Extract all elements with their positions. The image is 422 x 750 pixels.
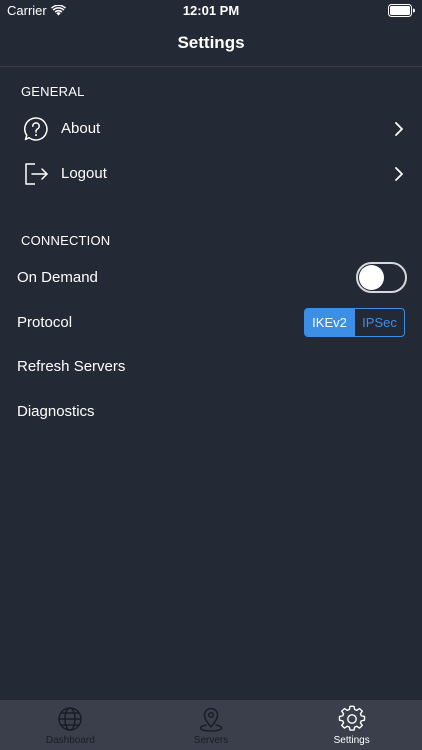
on-demand-toggle[interactable] xyxy=(356,262,407,293)
globe-icon xyxy=(58,707,83,731)
tab-dashboard[interactable]: Dashboard xyxy=(0,700,141,750)
diagnostics-label: Diagnostics xyxy=(17,403,95,420)
status-bar: Carrier 12:01 PM xyxy=(0,0,422,22)
settings-row-protocol: Protocol IKEv2 IPSec xyxy=(0,301,422,345)
navigation-bar: Settings xyxy=(0,22,422,67)
battery-icon xyxy=(388,4,415,17)
settings-row-refresh-servers[interactable]: Refresh Servers xyxy=(0,345,422,389)
location-pin-icon xyxy=(199,707,223,732)
segment-ipsec[interactable]: IPSec xyxy=(354,309,404,336)
on-demand-label: On Demand xyxy=(17,269,98,286)
settings-row-about[interactable]: About xyxy=(0,107,422,151)
settings-row-diagnostics[interactable]: Diagnostics xyxy=(0,390,422,434)
section-header-general: GENERAL xyxy=(21,84,85,99)
toggle-knob xyxy=(359,265,384,290)
settings-row-on-demand: On Demand xyxy=(0,256,422,300)
status-time: 12:01 PM xyxy=(182,3,240,18)
logout-icon xyxy=(25,163,48,185)
about-label: About xyxy=(61,120,101,137)
refresh-servers-label: Refresh Servers xyxy=(17,358,126,375)
section-header-connection: CONNECTION xyxy=(21,233,111,248)
protocol-segmented-control: IKEv2 IPSec xyxy=(304,308,405,337)
tab-label: Settings xyxy=(333,735,370,746)
protocol-label: Protocol xyxy=(17,314,73,331)
tab-label: Servers xyxy=(193,735,229,746)
logout-label: Logout xyxy=(61,165,107,182)
chevron-right-icon xyxy=(395,122,403,136)
gear-icon xyxy=(338,705,365,731)
tab-bar: Dashboard Servers Settings xyxy=(0,700,422,750)
segment-ikev2[interactable]: IKEv2 xyxy=(305,309,354,336)
page-title: Settings xyxy=(177,33,245,52)
question-bubble-icon xyxy=(24,117,48,141)
tab-settings[interactable]: Settings xyxy=(281,700,422,750)
settings-row-logout[interactable]: Logout xyxy=(0,152,422,196)
tab-label: Dashboard xyxy=(45,735,95,746)
chevron-right-icon xyxy=(395,167,403,181)
tab-servers[interactable]: Servers xyxy=(141,700,282,750)
